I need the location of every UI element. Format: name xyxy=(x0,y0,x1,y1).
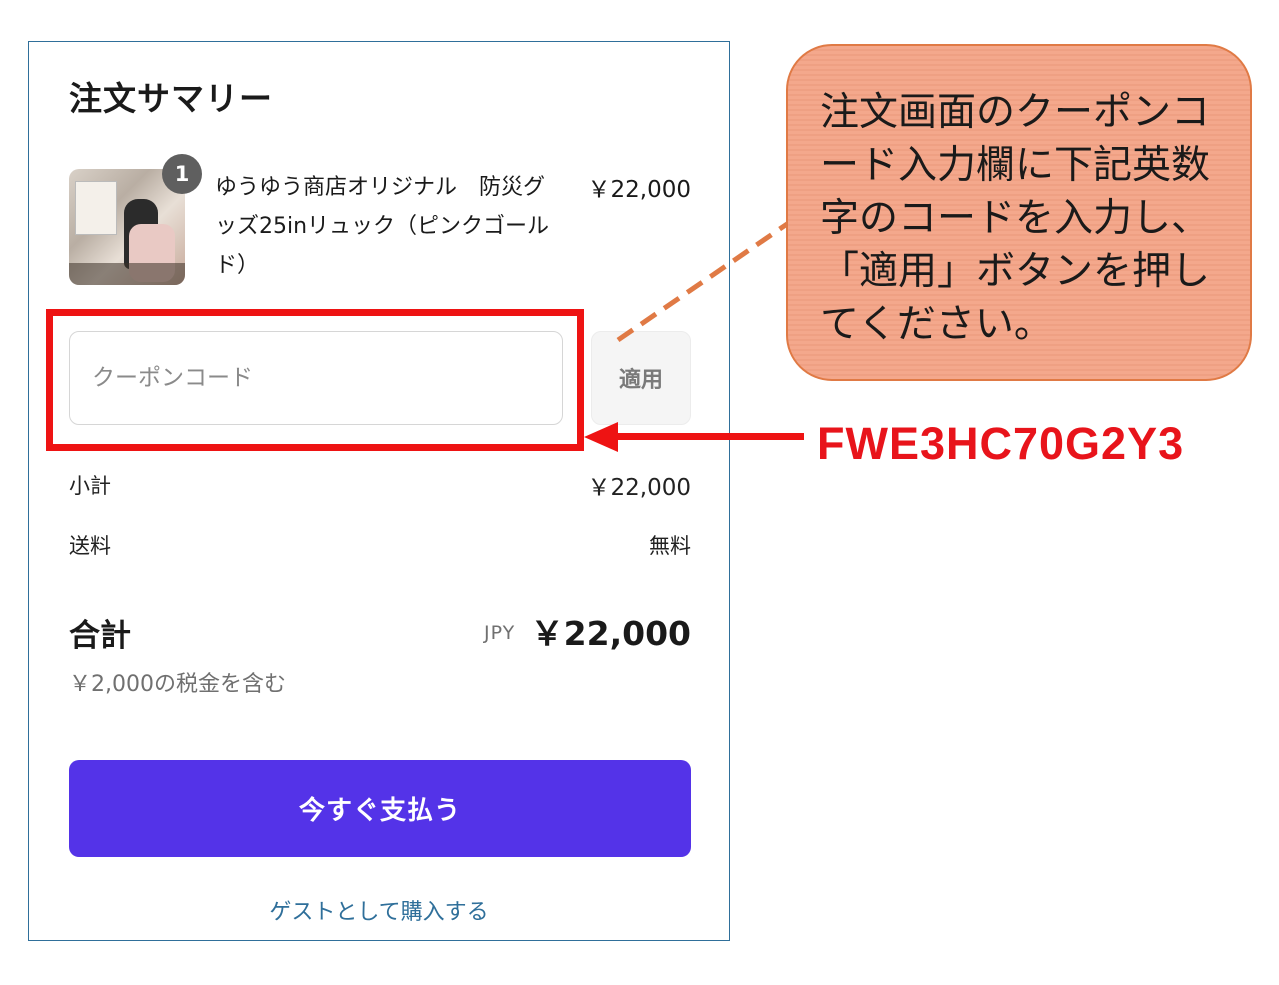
callout-text: 注文画面のクーポンコード入力欄に下記英数字のコードを入力し、「適用」ボタンを押し… xyxy=(820,90,1211,347)
instruction-callout: 注文画面のクーポンコード入力欄に下記英数字のコードを入力し、「適用」ボタンを押し… xyxy=(786,44,1252,381)
